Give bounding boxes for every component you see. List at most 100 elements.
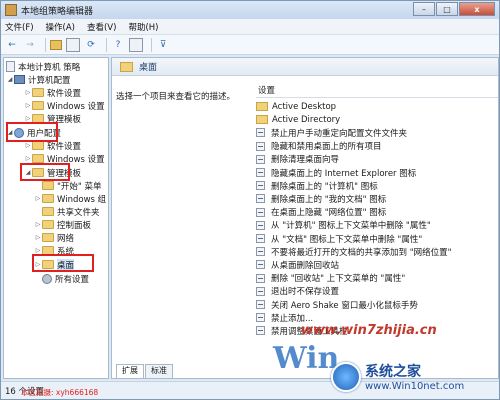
policy-row[interactable]: 在桌面上隐藏 "网络位置" 图标: [256, 206, 498, 219]
tree-label: 网络: [57, 233, 75, 244]
menu-file[interactable]: 文件(F): [5, 21, 34, 33]
expand-right-icon[interactable]: ▷: [34, 221, 42, 228]
tree-item-network[interactable]: ▷ 网络: [34, 231, 74, 244]
folder-up-icon[interactable]: [50, 39, 62, 50]
setting-label: Active Desktop: [272, 101, 337, 112]
help-icon[interactable]: ?: [111, 38, 125, 52]
watermark-text: 系统之家 www.Win10net.com: [365, 361, 464, 392]
properties-icon[interactable]: [129, 37, 143, 52]
expand-right-icon[interactable]: ▷: [34, 234, 42, 241]
menu-action[interactable]: 操作(A): [46, 21, 75, 33]
policy-row[interactable]: 删除清理桌面向导: [256, 153, 498, 166]
tree-label: 控制面板: [57, 220, 92, 231]
tree-label: 计算机配置: [28, 75, 71, 86]
windows-logo-icon: [331, 361, 361, 392]
setting-label: 隐藏桌面上的 Internet Explorer 图标: [271, 168, 417, 179]
policy-row[interactable]: 从 "文档" 图标上下文菜单中删除 "属性": [256, 232, 498, 245]
expand-right-icon[interactable]: ▷: [34, 247, 42, 254]
expand-right-icon[interactable]: ▷: [24, 89, 32, 96]
minimize-button[interactable]: –: [413, 2, 435, 16]
tree-item-c-software[interactable]: ▷ 软件设置: [24, 86, 81, 99]
column-header-settings[interactable]: 设置: [256, 84, 498, 98]
gpedit-window: 本地组策略编辑器 – □ x 文件(F) 操作(A) 查看(V) 帮助(H) ←…: [0, 0, 500, 400]
policy-setting-icon: [256, 141, 265, 151]
setting-label: 退出时不保存设置: [271, 287, 340, 298]
watermark-url: www.win7zhijia.cn: [301, 323, 437, 338]
policy-setting-icon: [256, 128, 265, 138]
policy-row[interactable]: 从 "计算机" 图标上下文菜单中删除 "属性": [256, 219, 498, 232]
filter-icon[interactable]: ⊽: [156, 38, 170, 52]
policy-setting-icon: [256, 247, 265, 257]
gpedit-app-icon: [5, 4, 17, 16]
tree-item-root[interactable]: 本地计算机 策略: [6, 60, 80, 73]
tree-item-windows-components[interactable]: ▷ Windows 组: [34, 192, 106, 205]
computer-icon: [14, 75, 25, 84]
highlight-box-desktop: [32, 254, 94, 272]
policy-row[interactable]: 隐藏桌面上的 Internet Explorer 图标: [256, 166, 498, 179]
setting-label: 删除 "回收站" 上下文菜单的 "属性": [271, 274, 406, 285]
policy-row[interactable]: 隐藏和禁用桌面上的所有项目: [256, 140, 498, 153]
policy-doc-icon: [6, 61, 15, 72]
expand-right-icon[interactable]: ▷: [24, 142, 32, 149]
refresh-icon[interactable]: ⟳: [84, 38, 98, 52]
highlight-box-user-config: [6, 122, 58, 142]
policy-row[interactable]: 退出时不保存设置: [256, 285, 498, 298]
watermark-win-text: Win: [273, 341, 340, 376]
expand-right-icon[interactable]: ▷: [34, 195, 42, 202]
setting-label: 删除桌面上的 "计算机" 图标: [271, 181, 378, 192]
folder-icon: [32, 154, 44, 163]
tree-item-all-settings[interactable]: 所有设置: [34, 272, 89, 285]
policy-setting-icon: [256, 260, 265, 270]
policy-row[interactable]: 删除桌面上的 "我的文档" 图标: [256, 192, 498, 205]
back-icon[interactable]: ←: [5, 38, 19, 52]
toolbar-separator: [45, 37, 46, 52]
expand-right-icon[interactable]: ▷: [24, 115, 32, 122]
settings-folder-row[interactable]: Active Desktop: [256, 100, 498, 113]
tree-item-control-panel[interactable]: ▷ 控制面板: [34, 218, 91, 231]
policy-setting-icon: [256, 300, 265, 309]
forward-icon[interactable]: →: [23, 38, 37, 52]
tree-label: "开始" 菜单: [57, 181, 102, 192]
menu-bar: 文件(F) 操作(A) 查看(V) 帮助(H): [1, 19, 499, 35]
policy-row[interactable]: 删除桌面上的 "计算机" 图标: [256, 179, 498, 192]
watermark-logo: 系统之家 www.Win10net.com: [331, 361, 464, 392]
tree-item-computer-config[interactable]: ◢ 计算机配置: [6, 73, 71, 86]
menu-help[interactable]: 帮助(H): [128, 21, 158, 33]
setting-label: 在桌面上隐藏 "网络位置" 图标: [271, 208, 387, 219]
expand-right-icon[interactable]: ▷: [24, 155, 32, 162]
settings-folder-row[interactable]: Active Directory: [256, 113, 498, 126]
toolbar-separator: [106, 37, 107, 52]
details-header: 桌面: [112, 58, 498, 76]
menu-view[interactable]: 查看(V): [87, 21, 116, 33]
setting-label: 不要将最近打开的文档的共享添加到 "网络位置": [271, 247, 452, 258]
close-button[interactable]: x: [459, 2, 495, 16]
title-bar: 本地组策略编辑器 – □ x: [1, 1, 499, 19]
policy-row[interactable]: 禁止用户手动重定向配置文件文件夹: [256, 126, 498, 139]
expand-down-icon[interactable]: ◢: [6, 76, 14, 83]
setting-label: 隐藏和禁用桌面上的所有项目: [271, 142, 382, 153]
folder-icon: [42, 194, 54, 203]
tree-pane: 本地计算机 策略 ◢ 计算机配置 ▷ 软件设置 ▷ Windows 设置 ▷ 管…: [3, 57, 109, 379]
setting-label: 从桌面删除回收站: [271, 260, 340, 271]
folder-icon: [256, 115, 268, 125]
toolbar-separator: [151, 37, 152, 52]
policy-row[interactable]: 关闭 Aero Shake 窗口最小化鼠标手势: [256, 298, 498, 311]
details-title: 桌面: [139, 63, 158, 73]
policy-row[interactable]: 不要将最近打开的文档的共享添加到 "网络位置": [256, 245, 498, 258]
policy-row[interactable]: 删除 "回收站" 上下文菜单的 "属性": [256, 272, 498, 285]
policy-setting-icon: [256, 194, 265, 204]
tab-extended[interactable]: 扩展: [116, 364, 144, 378]
tree-label: Windows 组: [57, 194, 107, 205]
policy-setting-icon: [256, 313, 265, 323]
maximize-button[interactable]: □: [436, 2, 458, 16]
policy-row[interactable]: 从桌面删除回收站: [256, 258, 498, 271]
expand-right-icon[interactable]: ▷: [24, 102, 32, 109]
tree-item-shared-folders[interactable]: 共享文件夹: [34, 205, 100, 218]
tree-item-c-windows[interactable]: ▷ Windows 设置: [24, 99, 105, 112]
tree-label: 本地计算机 策略: [18, 62, 81, 73]
setting-label: 关闭 Aero Shake 窗口最小化鼠标手势: [271, 300, 418, 311]
show-hide-tree-icon[interactable]: [66, 37, 80, 52]
tab-standard[interactable]: 标准: [145, 364, 173, 378]
setting-label: 禁止添加...: [271, 313, 314, 324]
settings-list: 设置 Active Desktop Active Directory 禁止用户手动重…: [256, 84, 498, 360]
